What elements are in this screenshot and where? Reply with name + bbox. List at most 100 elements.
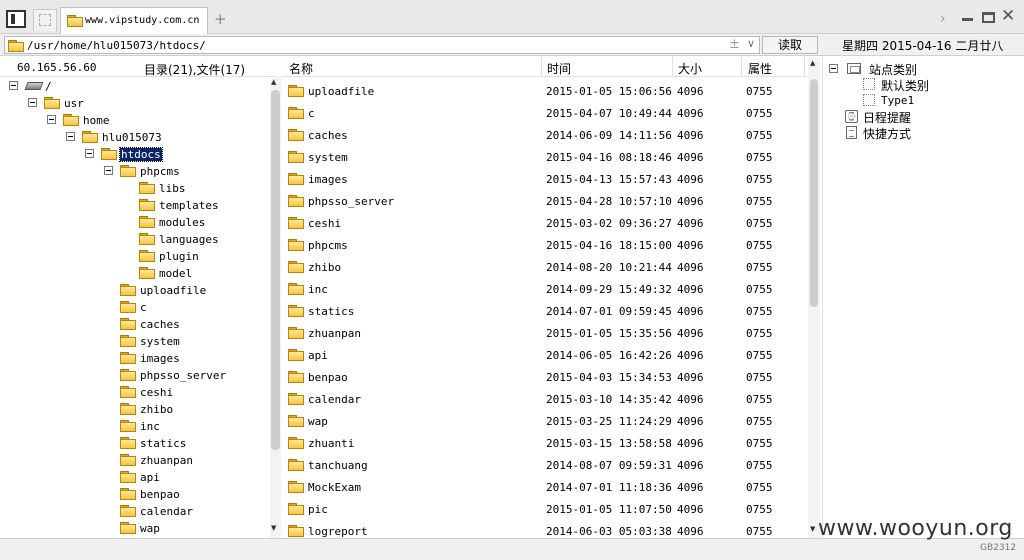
close-icon[interactable]: ✕ (1001, 8, 1015, 25)
file-row[interactable]: c 2015-04-07 10:49:44 4096 0755 (282, 102, 808, 124)
tab-blank[interactable] (33, 9, 57, 31)
collapse-icon[interactable] (28, 98, 37, 107)
file-row[interactable]: statics 2014-07-01 09:59:45 4096 0755 (282, 300, 808, 322)
collapse-icon[interactable] (85, 149, 94, 158)
clear-icon[interactable]: ± (729, 37, 740, 52)
file-row[interactable]: logreport 2014-06-03 05:03:38 4096 0755 (282, 520, 808, 538)
file-time: 2014-07-01 11:18:36 (546, 481, 672, 494)
schedule-node[interactable]: ⌚ 日程提醒 (845, 109, 1015, 125)
file-row[interactable]: phpcms 2015-04-16 18:15:00 4096 0755 (282, 234, 808, 256)
file-attr: 0755 (746, 173, 773, 186)
scroll-thumb[interactable] (810, 79, 818, 307)
tree-label-selected: htdocs (119, 147, 163, 162)
file-time: 2015-01-05 11:07:50 (546, 503, 672, 516)
file-row[interactable]: calendar 2015-03-10 14:35:42 4096 0755 (282, 388, 808, 410)
file-row[interactable]: system 2015-04-16 08:18:46 4096 0755 (282, 146, 808, 168)
collapse-icon[interactable] (104, 166, 113, 175)
file-time: 2014-07-01 09:59:45 (546, 305, 672, 318)
tree-label: model (159, 267, 193, 280)
folder-icon (288, 283, 304, 295)
type1-node[interactable]: Type1 (863, 93, 1013, 109)
col-separator (804, 57, 805, 77)
site-category-label: 站点类别 (869, 63, 918, 77)
date-display: 星期四 2015-04-16 二月廿八 (842, 39, 1004, 53)
file-attr: 0755 (746, 239, 773, 252)
list-scrollbar[interactable]: ▲ ▼ (808, 57, 820, 538)
file-attr: 0755 (746, 283, 773, 296)
tree-label: zhuanpan (140, 454, 193, 467)
file-row[interactable]: zhibo 2014-08-20 10:21:44 4096 0755 (282, 256, 808, 278)
file-attr: 0755 (746, 459, 773, 472)
scroll-up-icon[interactable]: ▲ (271, 78, 276, 86)
file-row[interactable]: phpsso_server 2015-04-28 10:57:10 4096 0755 (282, 190, 808, 212)
folder-icon (288, 239, 304, 251)
file-row[interactable]: pic 2015-01-05 11:07:50 4096 0755 (282, 498, 808, 520)
file-name: zhibo (308, 261, 342, 274)
folder-icon (139, 250, 155, 262)
file-row[interactable]: wap 2015-03-25 11:24:29 4096 0755 (282, 410, 808, 432)
tree-label: templates (159, 199, 219, 212)
tree-label: modules (159, 216, 206, 229)
default-category-node[interactable]: 默认类别 (863, 77, 1013, 93)
collapse-icon[interactable] (9, 81, 18, 90)
shortcut-label: 快捷方式 (863, 127, 912, 141)
tree-label: phpcms (140, 165, 180, 178)
col-header-name[interactable]: 名称 (289, 60, 313, 76)
tree-scrollbar[interactable]: ▲ ▼ (270, 78, 281, 538)
tree-label: caches (140, 318, 180, 331)
file-name: statics (308, 305, 355, 318)
file-time: 2015-04-16 18:15:00 (546, 239, 672, 252)
scroll-down-icon[interactable]: ▼ (810, 525, 815, 533)
site-category-node[interactable]: 站点类别 (829, 61, 1019, 77)
folder-icon (288, 371, 304, 383)
col-header-time[interactable]: 时间 (547, 60, 571, 76)
folder-icon (139, 199, 155, 211)
file-row[interactable]: MockExam 2014-07-01 11:18:36 4096 0755 (282, 476, 808, 498)
folder-icon (288, 349, 304, 361)
file-size: 4096 (677, 371, 704, 384)
file-size: 4096 (677, 217, 704, 230)
file-attr: 0755 (746, 129, 773, 142)
file-row[interactable]: uploadfile 2015-01-05 15:06:56 4096 0755 (282, 80, 808, 102)
file-size: 4096 (677, 107, 704, 120)
file-row[interactable]: ceshi 2015-03-02 09:36:27 4096 0755 (282, 212, 808, 234)
file-row[interactable]: inc 2014-09-29 15:49:32 4096 0755 (282, 278, 808, 300)
file-row[interactable]: zhuanpan 2015-01-05 15:35:56 4096 0755 (282, 322, 808, 344)
chevron-down-icon[interactable]: ∨ (747, 37, 755, 50)
file-row[interactable]: images 2015-04-13 15:57:43 4096 0755 (282, 168, 808, 190)
tab-active[interactable]: www.vipstudy.com.cn (60, 7, 208, 34)
file-size: 4096 (677, 481, 704, 494)
collapse-icon[interactable] (47, 115, 56, 124)
file-name: uploadfile (308, 85, 375, 98)
folder-icon (67, 15, 83, 27)
collapse-icon[interactable] (66, 132, 75, 141)
scroll-up-icon[interactable]: ▲ (810, 59, 815, 67)
col-header-attr[interactable]: 属性 (748, 60, 772, 76)
file-row[interactable]: benpao 2015-04-03 15:34:53 4096 0755 (282, 366, 808, 388)
scroll-thumb[interactable] (271, 90, 280, 450)
read-button[interactable]: 读取 (762, 36, 818, 54)
tree-label: / (45, 80, 52, 93)
address-input[interactable]: /usr/home/hlu015073/htdocs/ ± ∨ (4, 36, 760, 54)
panel-toggle-icon[interactable] (6, 10, 26, 28)
scroll-down-icon[interactable]: ▼ (271, 524, 276, 532)
tab-next-icon[interactable]: › (940, 11, 946, 27)
file-time: 2015-04-28 10:57:10 (546, 195, 672, 208)
col-header-size[interactable]: 大小 (678, 60, 702, 76)
file-size: 4096 (677, 393, 704, 406)
file-time: 2014-06-09 14:11:56 (546, 129, 672, 142)
file-list-header: 名称 时间 大小 属性 (282, 57, 814, 77)
file-time: 2015-04-07 10:49:44 (546, 107, 672, 120)
collapse-icon[interactable] (829, 64, 838, 73)
maximize-icon[interactable] (982, 12, 995, 23)
folder-icon (288, 129, 304, 141)
file-row[interactable]: caches 2014-06-09 14:11:56 4096 0755 (282, 124, 808, 146)
file-row[interactable]: api 2014-06-05 16:42:26 4096 0755 (282, 344, 808, 366)
new-tab-button[interactable]: + (214, 12, 227, 27)
minimize-icon[interactable] (962, 18, 973, 21)
file-row[interactable]: tanchuang 2014-08-07 09:59:31 4096 0755 (282, 454, 808, 476)
shortcut-node[interactable]: 快捷方式 (845, 125, 1015, 141)
folder-icon (120, 369, 136, 381)
address-path[interactable]: /usr/home/hlu015073/htdocs/ (27, 39, 206, 52)
file-row[interactable]: zhuanti 2015-03-15 13:58:58 4096 0755 (282, 432, 808, 454)
